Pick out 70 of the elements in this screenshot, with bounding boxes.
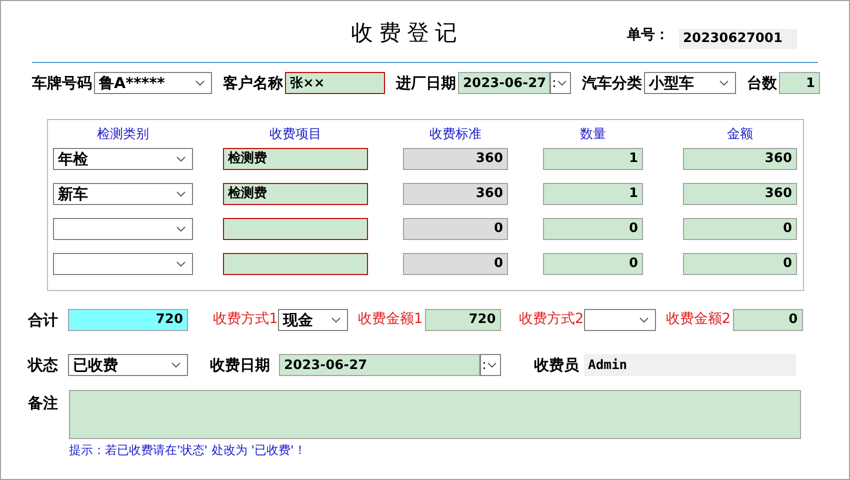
field-label: 车牌号码 [32,73,92,94]
chevron-down-icon [638,316,649,323]
remark-field[interactable] [69,390,801,438]
chevron-down-icon [176,191,186,197]
fee-standard-field[interactable]: 0 [403,218,508,240]
chevron-down-icon [487,362,498,368]
chevron-down-icon [176,156,186,162]
chevron-down-icon [330,316,341,323]
form-title: 收费登记 [351,20,464,48]
field-label: 收费员 [534,355,580,376]
quantity-field[interactable]: 1 [543,183,643,205]
order-number-label: 单号： [627,26,669,45]
date-field[interactable]: 2023-06-27 [279,354,480,376]
hint-text: 提示：若已收费请在'状态' 处改为 '已收费'！ [69,442,307,458]
field-label: 收费日期 [210,355,271,376]
date-picker-button[interactable]: : [480,354,501,376]
fee-item-field[interactable]: 检测费 [223,148,368,170]
amount-field[interactable]: 360 [683,148,797,170]
payment-method-label: 收费方式1 [213,310,278,330]
fee-item-field[interactable] [223,253,368,275]
total-field[interactable]: 720 [68,308,188,331]
chevron-down-icon [719,80,729,86]
dropdown[interactable]: 小型车 [644,72,736,94]
field-label: 状态 [28,355,59,376]
quantity-field[interactable]: 0 [543,218,643,240]
payment-amount-label: 收费金额1 [358,310,423,330]
category-dropdown[interactable]: 年检 [53,148,193,170]
category-dropdown[interactable] [53,253,193,275]
payment-method-dropdown[interactable] [584,308,656,331]
amount-field[interactable]: 360 [683,183,797,205]
dropdown[interactable]: 鲁A***** [94,72,212,94]
payment-amount-field[interactable]: 0 [732,308,803,331]
payment-amount-field[interactable]: 720 [424,308,501,331]
fee-standard-field[interactable]: 360 [403,148,508,170]
field-label: 备注 [28,392,59,414]
chevron-down-icon [171,362,181,368]
fee-standard-field[interactable]: 360 [403,183,508,205]
column-header: 金额 [727,126,753,144]
chevron-down-icon [557,80,568,86]
field-label: 合计 [28,310,59,330]
column-header: 数量 [580,126,606,144]
column-header: 检测类别 [97,126,149,144]
category-dropdown[interactable]: 新车 [53,183,193,205]
date-picker-button[interactable]: : [550,72,571,94]
quantity-field[interactable]: 0 [543,253,643,275]
fee-standard-field[interactable]: 0 [403,253,508,275]
order-number-value: 20230627001 [679,29,797,49]
fee-item-field[interactable]: 检测费 [223,183,368,205]
field-label: 客户名称 [223,73,283,94]
field-label: 汽车分类 [582,73,642,94]
number-field[interactable]: 1 [779,72,820,94]
amount-field[interactable]: 0 [683,253,797,275]
field-label: 进厂日期 [396,73,456,94]
chevron-down-icon [176,261,186,267]
date-field[interactable]: 2023-06-27 [458,72,550,94]
column-header: 收费项目 [270,126,322,144]
column-header: 收费标准 [430,126,482,144]
status-dropdown[interactable]: 已收费 [68,354,188,376]
payment-method-dropdown[interactable]: 现金 [278,308,348,331]
payment-method-label: 收费方式2 [518,310,584,330]
cashier-value: Admin [584,354,796,376]
amount-field[interactable]: 0 [683,218,797,240]
quantity-field[interactable]: 1 [543,148,643,170]
fee-item-field[interactable] [223,218,368,240]
text-field[interactable]: 张×× [285,72,385,94]
chevron-down-icon [195,80,205,86]
field-label: 台数 [747,73,777,94]
chevron-down-icon [176,226,186,232]
category-dropdown[interactable] [53,218,193,240]
payment-amount-label: 收费金额2 [666,310,731,330]
